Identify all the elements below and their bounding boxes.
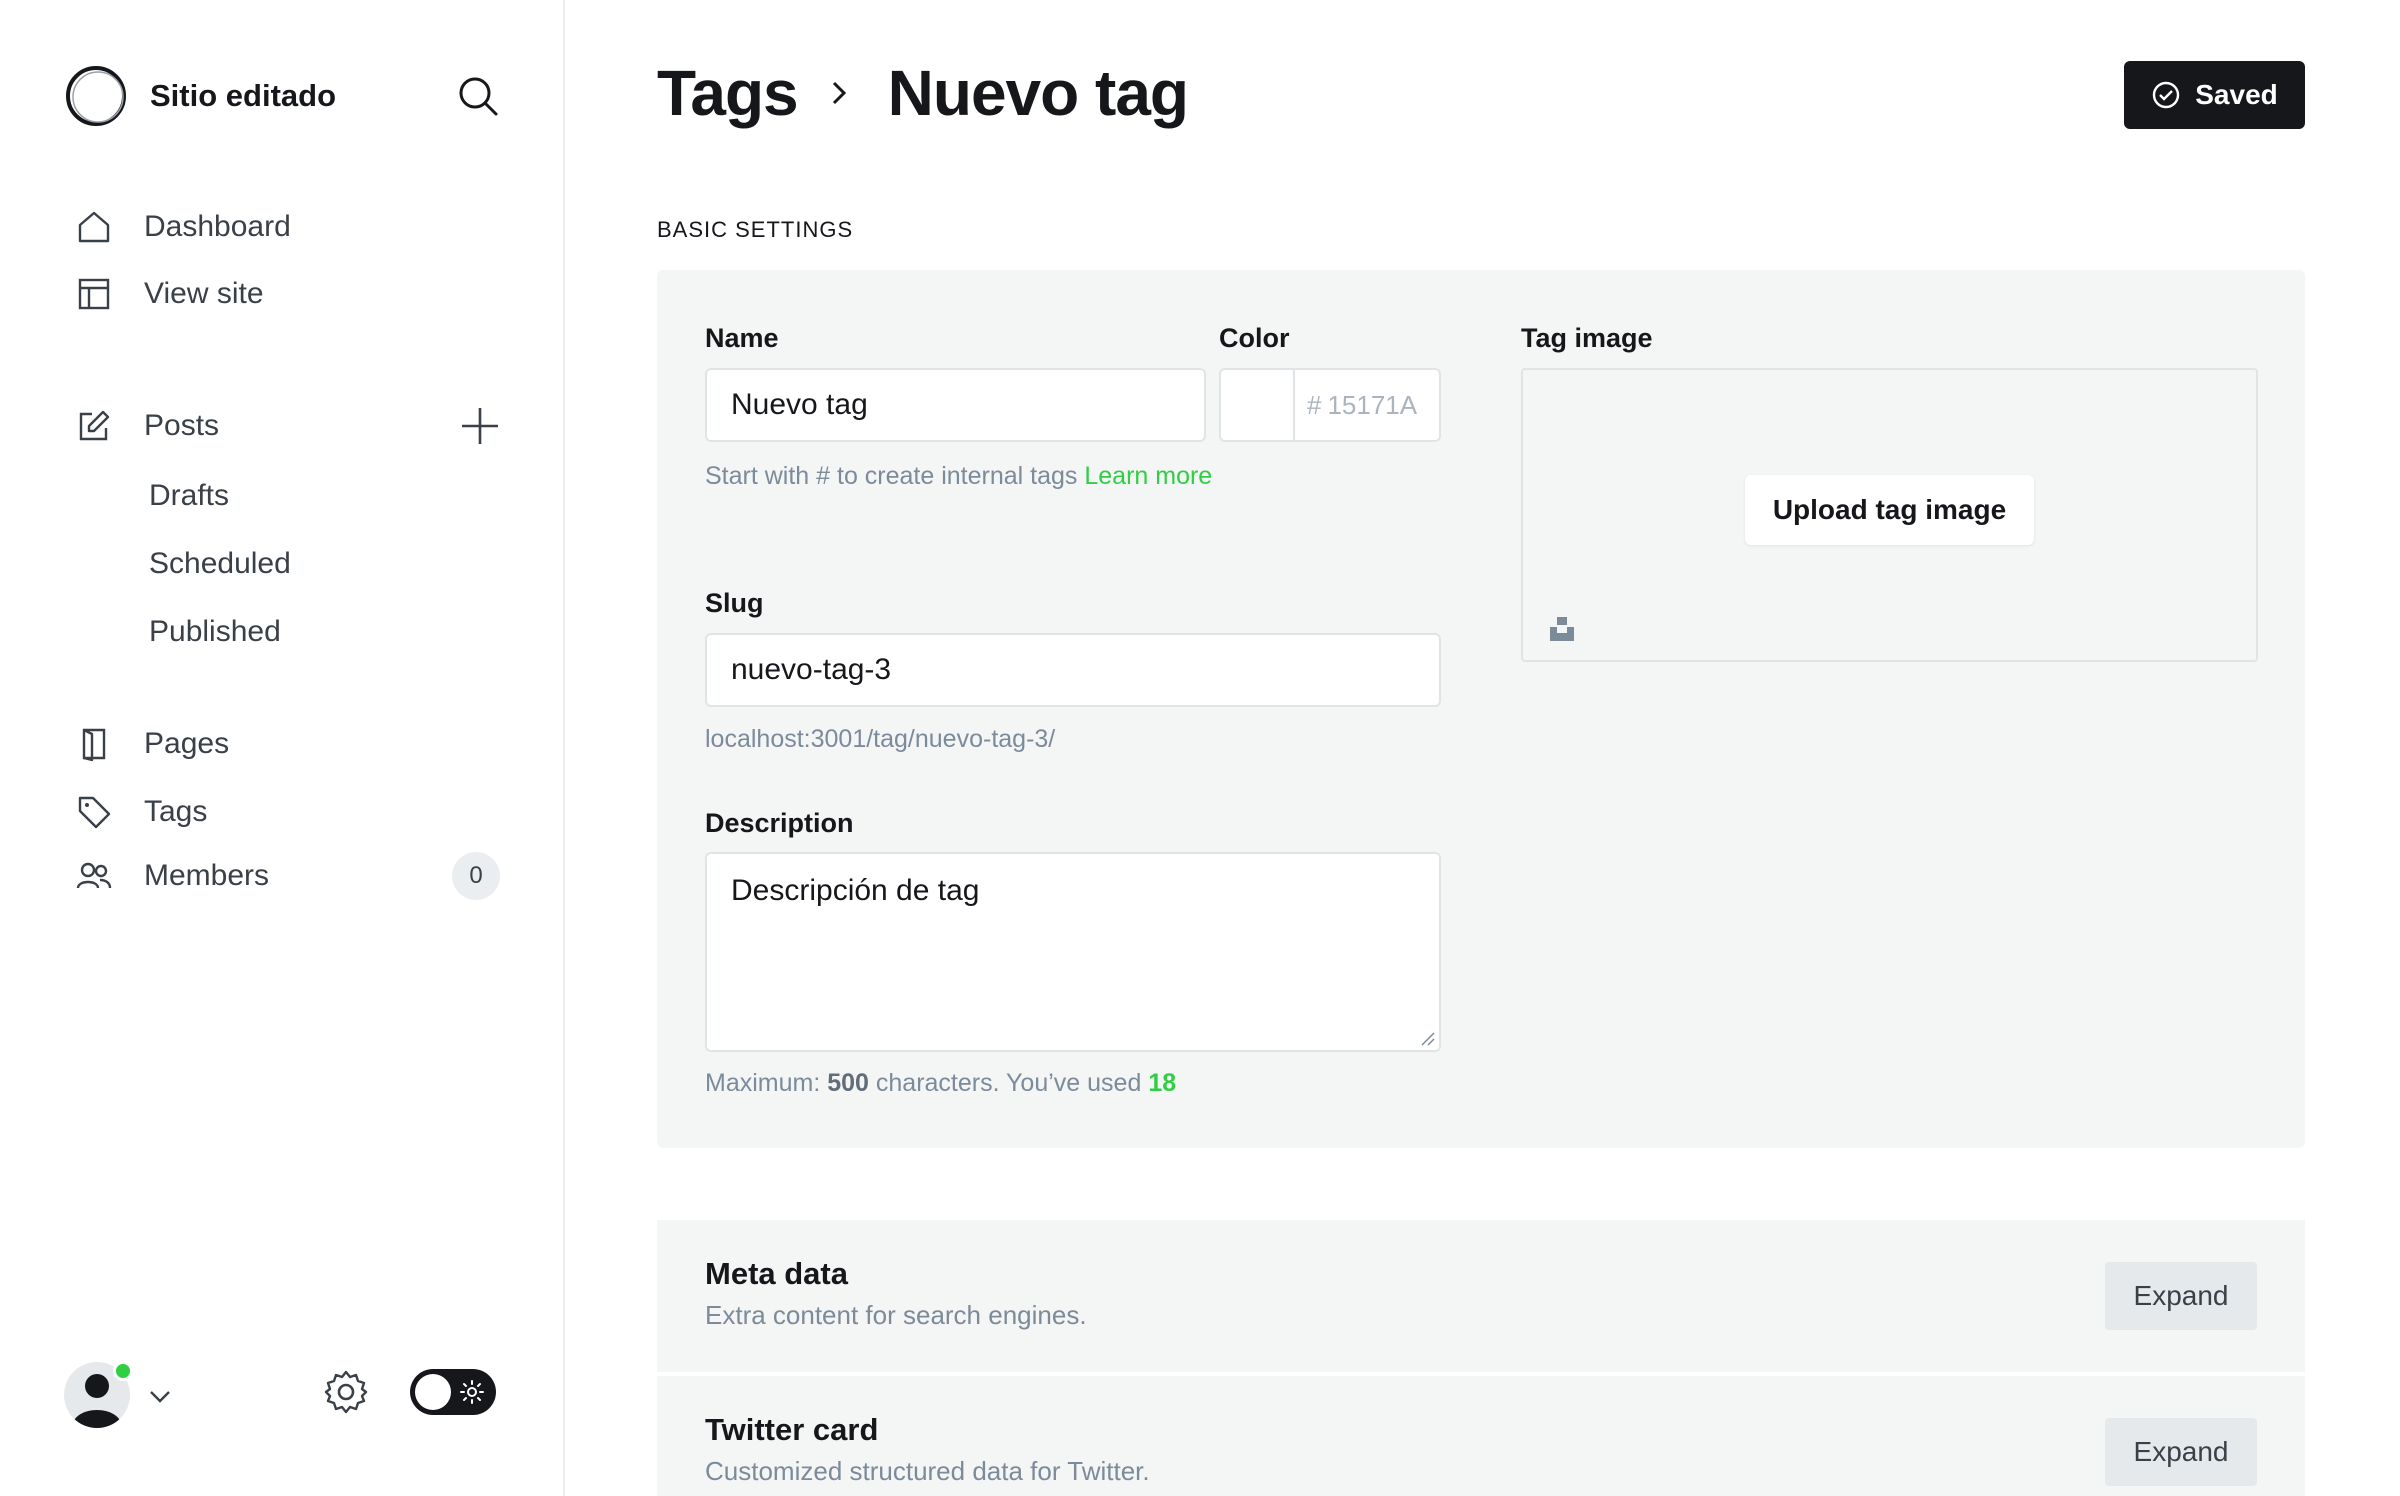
nav-members[interactable]: Members — [74, 848, 269, 904]
nav-tags-label: Tags — [144, 795, 208, 828]
counter-prefix: Maximum: — [705, 1069, 828, 1097]
nav-published[interactable]: Published — [149, 607, 281, 657]
slug-label: Slug — [705, 588, 764, 618]
learn-more-link[interactable]: Learn more — [1084, 462, 1212, 490]
counter-max: 500 — [827, 1069, 869, 1097]
counter-used: 18 — [1148, 1069, 1177, 1097]
sidebar: Sitio editado Dashboard View site Posts — [0, 0, 565, 1496]
saved-button-label: Saved — [2195, 79, 2278, 110]
nav-dashboard-label: Dashboard — [144, 210, 291, 243]
chevron-right-icon — [832, 81, 846, 105]
chevron-down-icon[interactable] — [146, 1382, 174, 1410]
nav-pages[interactable]: Pages — [74, 716, 229, 772]
meta-data-section: Meta data Extra content for search engin… — [657, 1220, 2305, 1372]
nav-drafts[interactable]: Drafts — [149, 471, 229, 521]
page-title: Nuevo tag — [887, 57, 1189, 129]
online-status-dot — [113, 1361, 133, 1381]
site-name: Sitio editado — [150, 78, 336, 113]
nav-members-label: Members — [144, 859, 270, 892]
meta-data-subtitle: Extra content for search engines. — [705, 1300, 1087, 1330]
meta-data-title: Meta data — [705, 1256, 848, 1291]
color-hash: # — [1307, 389, 1322, 420]
twitter-card-expand-button[interactable]: Expand — [2105, 1418, 2257, 1486]
twitter-card-section: Twitter card Customized structured data … — [657, 1376, 2305, 1496]
theme-toggle-knob — [415, 1374, 451, 1410]
nav-view-site[interactable]: View site — [74, 266, 264, 322]
slug-input[interactable]: nuevo-tag-3 — [705, 633, 1441, 707]
nav-dashboard[interactable]: Dashboard — [74, 199, 291, 255]
color-field: #15171A — [1219, 368, 1441, 442]
nav-pages-label: Pages — [144, 727, 230, 760]
slug-url: localhost:3001/tag/nuevo-tag-3/ — [705, 725, 1056, 753]
name-input[interactable]: Nuevo tag — [705, 368, 1206, 442]
home-icon — [74, 207, 114, 247]
theme-toggle[interactable] — [410, 1369, 496, 1415]
plus-icon[interactable] — [458, 404, 502, 448]
breadcrumb: Tags Nuevo tag — [657, 56, 1189, 130]
members-icon — [74, 856, 114, 896]
members-count-badge: 0 — [452, 852, 500, 900]
ghost-logo-icon — [66, 66, 126, 126]
search-icon[interactable] — [456, 74, 500, 118]
upload-tag-image-button[interactable]: Upload tag image — [1745, 475, 2034, 545]
description-text: Descripción de tag — [731, 874, 980, 907]
color-swatch[interactable] — [1221, 370, 1295, 440]
tag-icon — [74, 792, 114, 832]
nav-posts-label: Posts — [144, 409, 220, 442]
sun-icon — [460, 1380, 484, 1404]
meta-data-expand-button[interactable]: Expand — [2105, 1262, 2257, 1330]
resize-grip-icon[interactable] — [1419, 1030, 1435, 1046]
check-circle-icon — [2153, 81, 2180, 109]
name-label: Name — [705, 323, 779, 353]
gear-icon[interactable] — [322, 1368, 370, 1416]
edit-icon — [74, 406, 114, 446]
twitter-card-subtitle: Customized structured data for Twitter. — [705, 1456, 1150, 1486]
page-icon — [74, 724, 114, 764]
nav-view-site-label: View site — [144, 277, 264, 310]
saved-button[interactable]: Saved — [2124, 61, 2305, 129]
name-hint-text: Start with # to create internal tags — [705, 462, 1085, 490]
nav-scheduled[interactable]: Scheduled — [149, 539, 291, 589]
layout-icon — [74, 274, 114, 314]
character-counter: Maximum: 500 characters. You’ve used 18 — [705, 1062, 1176, 1104]
description-textarea[interactable]: Descripción de tag — [705, 852, 1441, 1052]
name-hint: Start with # to create internal tags Lea… — [705, 455, 1225, 497]
site-brand[interactable]: Sitio editado — [64, 64, 336, 128]
color-hex-input[interactable]: #15171A — [1307, 370, 1417, 440]
breadcrumb-tags-link[interactable]: Tags — [657, 56, 799, 130]
nav-tags[interactable]: Tags — [74, 784, 207, 840]
color-label: Color — [1219, 323, 1290, 353]
counter-middle: characters. You’ve used — [868, 1069, 1149, 1097]
section-label-basic-settings: BASIC SETTINGS — [657, 217, 854, 242]
tag-image-label: Tag image — [1521, 323, 1653, 353]
description-label: Description — [705, 808, 854, 838]
twitter-card-title: Twitter card — [705, 1412, 879, 1447]
unsplash-icon[interactable] — [1547, 614, 1577, 644]
nav-posts[interactable]: Posts — [74, 398, 219, 454]
color-placeholder: 15171A — [1327, 389, 1418, 420]
